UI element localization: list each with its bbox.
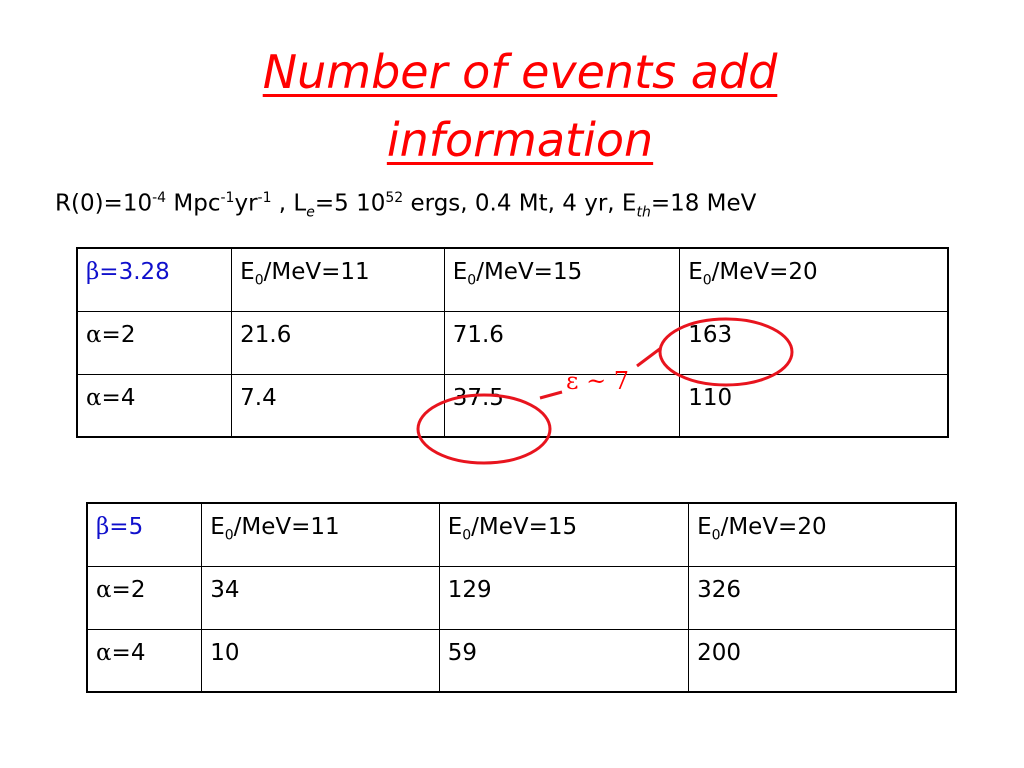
param-r0: R(0)=10 bbox=[55, 190, 153, 217]
value-cell: 129 bbox=[438, 565, 690, 630]
param-yr: yr bbox=[234, 190, 258, 217]
value-cell: 59 bbox=[438, 628, 690, 693]
title-line-1: Number of events add bbox=[262, 45, 778, 99]
beta-cell: β=5 bbox=[86, 502, 203, 567]
value-cell: 163 bbox=[679, 310, 949, 375]
header-cell: E0/MeV=20 bbox=[679, 247, 949, 312]
value-cell: 200 bbox=[688, 628, 957, 693]
table-header-row: β=3.28 E0/MeV=11 E0/MeV=15 E0/MeV=20 bbox=[76, 247, 949, 312]
alpha-cell: α=2 bbox=[86, 565, 203, 630]
param-le-exponent: 52 bbox=[385, 190, 404, 206]
alpha-cell: α=4 bbox=[86, 628, 203, 693]
table-row: α=4 10 59 200 bbox=[86, 628, 957, 693]
param-le-subscript: e bbox=[306, 204, 315, 221]
title-line-2: information bbox=[386, 113, 654, 167]
value-cell: 71.6 bbox=[443, 310, 681, 375]
value-cell: 326 bbox=[688, 565, 957, 630]
value-cell: 37.5 bbox=[443, 373, 681, 438]
value-cell: 34 bbox=[201, 565, 440, 630]
parameters-line: R(0)=10-4 Mpc-1yr-1 , Le=5 1052 ergs, 0.… bbox=[55, 190, 756, 220]
param-le: , L bbox=[271, 190, 307, 217]
header-cell: E0/MeV=15 bbox=[438, 502, 690, 567]
alpha-cell: α=2 bbox=[76, 310, 233, 375]
beta-cell: β=3.28 bbox=[76, 247, 233, 312]
slide-title: Number of events add information bbox=[0, 38, 1024, 174]
header-cell: E0/MeV=15 bbox=[443, 247, 681, 312]
table-row: α=4 7.4 37.5 110 bbox=[76, 373, 949, 438]
param-rest: ergs, 0.4 Mt, 4 yr, E bbox=[403, 190, 637, 217]
param-mpc: Mpc bbox=[166, 190, 221, 217]
value-cell: 21.6 bbox=[231, 310, 445, 375]
alpha-cell: α=4 bbox=[76, 373, 233, 438]
header-cell: E0/MeV=11 bbox=[231, 247, 445, 312]
param-yr-exponent: -1 bbox=[257, 190, 272, 206]
header-cell: E0/MeV=20 bbox=[688, 502, 957, 567]
param-le-value: =5 10 bbox=[314, 190, 386, 217]
param-eth-value: =18 MeV bbox=[650, 190, 757, 217]
value-cell: 7.4 bbox=[231, 373, 445, 438]
value-cell: 110 bbox=[679, 373, 949, 438]
param-mpc-exponent: -1 bbox=[220, 190, 235, 206]
param-r0-exponent: -4 bbox=[152, 190, 167, 206]
events-table-beta-3-28: β=3.28 E0/MeV=11 E0/MeV=15 E0/MeV=20 α=2… bbox=[76, 247, 949, 438]
value-cell: 10 bbox=[201, 628, 440, 693]
header-cell: E0/MeV=11 bbox=[201, 502, 440, 567]
epsilon-ratio-label: ε ~ 7 bbox=[566, 367, 630, 395]
table-row: α=2 21.6 71.6 163 bbox=[76, 310, 949, 375]
table-header-row: β=5 E0/MeV=11 E0/MeV=15 E0/MeV=20 bbox=[86, 502, 957, 567]
param-eth-subscript: th bbox=[636, 204, 651, 221]
table-row: α=2 34 129 326 bbox=[86, 565, 957, 630]
events-table-beta-5: β=5 E0/MeV=11 E0/MeV=15 E0/MeV=20 α=2 34… bbox=[86, 502, 957, 693]
